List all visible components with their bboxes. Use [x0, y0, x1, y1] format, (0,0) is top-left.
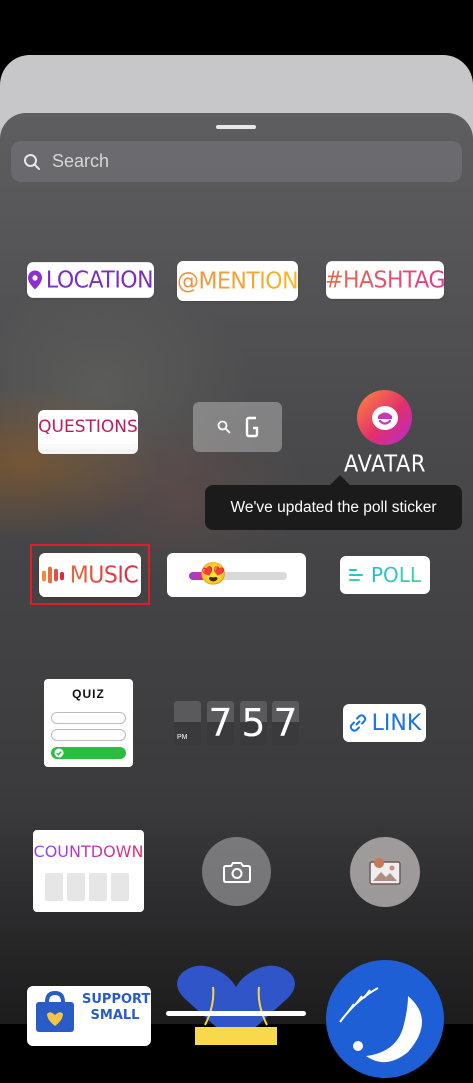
poll-lines-icon: [348, 569, 363, 581]
camera-icon: [222, 861, 251, 883]
search-input[interactable]: [50, 150, 434, 173]
flip-upper: [174, 701, 201, 722]
location-sticker[interactable]: LOCATION: [27, 262, 154, 298]
avatar-icon: [371, 405, 398, 430]
gif-search-icon: [217, 420, 230, 434]
home-indicator[interactable]: [166, 1011, 306, 1016]
countdown-digit-text: 5: [241, 701, 266, 745]
tooltip-text: We've updated the poll sticker: [230, 498, 437, 516]
hashtag-label: #HASHTAG: [325, 266, 445, 294]
avatar-sticker[interactable]: [357, 390, 412, 445]
questions-label: QUESTIONS: [38, 417, 138, 437]
music-sticker[interactable]: MUSIC: [39, 552, 141, 598]
drag-handle[interactable]: [216, 125, 256, 129]
moon-icon: [339, 987, 422, 1063]
poll-label: POLL: [370, 563, 422, 587]
countdown-digit-3[interactable]: 7: [272, 701, 299, 745]
quiz-option-correct: [51, 747, 126, 759]
shopping-bag-icon: [36, 990, 74, 1032]
countdown-digit-text: 7: [208, 701, 233, 745]
search-bar[interactable]: [11, 141, 462, 182]
search-icon: [24, 153, 40, 170]
support-small-label: SUPPORT SMALL: [82, 992, 151, 1023]
quiz-title: QUIZ: [72, 687, 105, 701]
avatar-label: AVATAR: [344, 450, 426, 478]
mention-sticker[interactable]: @MENTION: [176, 261, 299, 301]
countdown-sticker[interactable]: COUNTDOWN: [33, 830, 144, 912]
photo-icon: [369, 858, 401, 885]
link-sticker[interactable]: LINK: [343, 704, 426, 742]
countdown-slot: [111, 873, 129, 901]
questions-sticker[interactable]: QUESTIONS: [38, 410, 138, 454]
hashtag-sticker[interactable]: #HASHTAG: [325, 261, 445, 299]
poll-tooltip[interactable]: We've updated the poll sticker: [205, 485, 462, 530]
countdown-title: COUNTDOWN: [33, 842, 144, 861]
link-label: LINK: [371, 710, 422, 736]
music-bars-icon: [41, 566, 64, 584]
link-chain-icon: [349, 714, 366, 732]
emoji-slider-sticker[interactable]: 😍: [167, 553, 306, 597]
poll-sticker[interactable]: POLL: [340, 556, 430, 594]
moon-sticker[interactable]: [326, 960, 444, 1078]
countdown-digit-1[interactable]: 7: [207, 701, 234, 745]
gif-sticker[interactable]: [193, 402, 282, 452]
countdown-slot: [67, 873, 85, 901]
location-pin-icon: [27, 270, 42, 290]
ukraine-heart-sticker[interactable]: [175, 965, 297, 1045]
quiz-option-2: [51, 729, 126, 741]
countdown-digit-2[interactable]: 5: [240, 701, 267, 745]
photo-sticker[interactable]: [350, 837, 420, 907]
countdown-digit-text: 7: [273, 701, 298, 745]
location-label: LOCATION: [45, 266, 154, 294]
countdown-slot: [89, 873, 107, 901]
quiz-option-1: [51, 712, 126, 724]
countdown-pm-label: PM: [177, 734, 188, 741]
countdown-blank-digit[interactable]: PM: [174, 701, 201, 745]
music-label: MUSIC: [69, 561, 139, 589]
mention-label: @MENTION: [176, 267, 299, 295]
support-small-business-sticker[interactable]: SUPPORT SMALL: [27, 986, 151, 1046]
check-icon: [54, 748, 64, 758]
questions-card: QUESTIONS: [38, 410, 138, 444]
slider-track: 😍: [189, 563, 287, 585]
countdown-slot: [45, 873, 63, 901]
gif-glyph-icon: [245, 416, 258, 438]
camera-sticker[interactable]: [202, 837, 271, 906]
quiz-sticker[interactable]: QUIZ: [44, 679, 133, 767]
countdown-label: COUNTDOWN: [33, 842, 144, 861]
slider-emoji: 😍: [199, 561, 227, 586]
